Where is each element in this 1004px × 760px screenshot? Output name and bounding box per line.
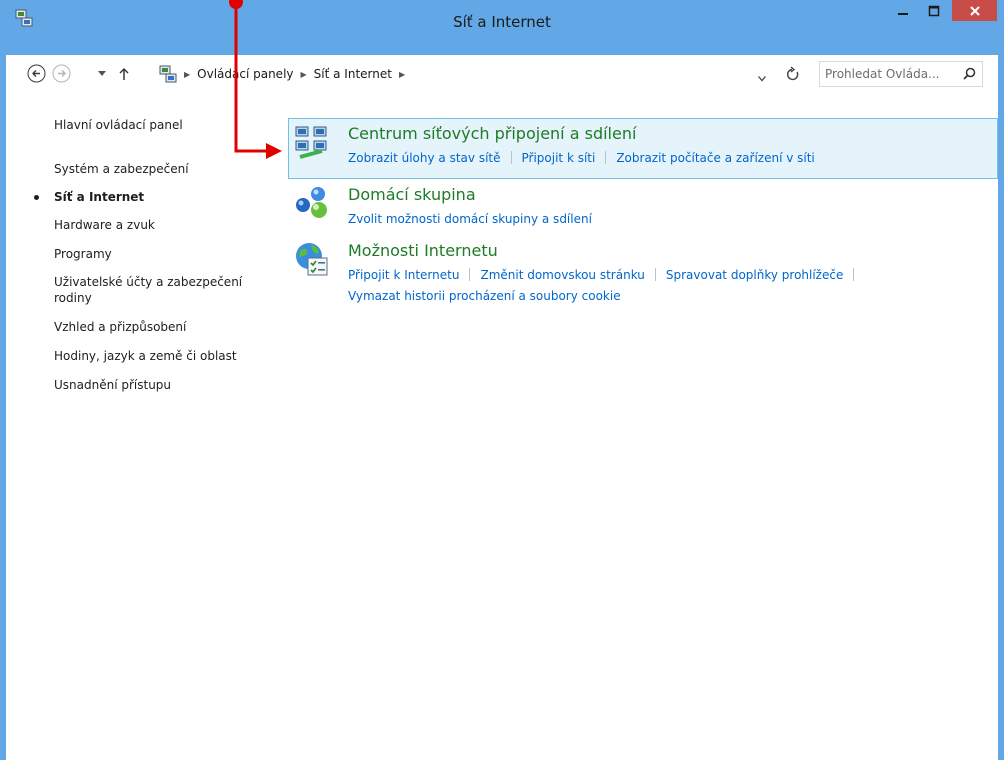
link-divider [605, 151, 607, 164]
recent-locations-button[interactable] [97, 64, 107, 83]
title-bar: Síť a Internet [0, 0, 1004, 55]
breadcrumb-separator-icon[interactable]: ▶ [301, 70, 307, 79]
minimize-icon [898, 12, 908, 15]
breadcrumb-separator-icon[interactable]: ▶ [184, 70, 190, 79]
link-divider [654, 268, 656, 281]
link-divider [853, 268, 855, 281]
link-divider [510, 151, 512, 164]
up-button[interactable] [118, 64, 130, 83]
maximize-icon [928, 5, 940, 16]
link-view-computers[interactable]: Zobrazit počítače a zařízení v síti [616, 151, 814, 165]
forward-arrow-icon [52, 64, 71, 83]
back-button[interactable] [27, 64, 46, 83]
category-links: Připojit k Internetu Změnit domovskou str… [348, 265, 864, 307]
link-delete-history[interactable]: Vymazat historii procházení a soubory co… [348, 289, 621, 303]
link-manage-addons[interactable]: Spravovat doplňky prohlížeče [666, 268, 843, 282]
window-title: Síť a Internet [453, 13, 551, 31]
refresh-icon [786, 66, 799, 81]
sidebar-item-network-internet[interactable]: Síť a Internet [54, 189, 266, 205]
category-title[interactable]: Centrum síťových připojení a sdílení [348, 124, 636, 143]
search-placeholder: Prohledat Ovláda... [825, 67, 940, 81]
breadcrumb-item[interactable]: Ovládací panely [197, 67, 293, 81]
maximize-button[interactable] [921, 0, 947, 21]
sidebar-item-appearance[interactable]: Vzhled a přizpůsobení [54, 319, 266, 335]
link-change-homepage[interactable]: Změnit domovskou stránku [480, 268, 644, 282]
chevron-down-icon [758, 76, 766, 82]
chevron-down-icon [98, 70, 106, 76]
address-bar[interactable]: ▶ Ovládací panely ▶ Síť a Internet ▶ [156, 61, 814, 87]
link-connect-internet[interactable]: Připojit k Internetu [348, 268, 459, 282]
internet-options-icon[interactable] [294, 241, 330, 277]
active-bullet-icon [34, 195, 39, 200]
refresh-button[interactable] [786, 66, 800, 85]
link-divider [469, 268, 471, 281]
sidebar-item-ease-of-access[interactable]: Usnadnění přístupu [54, 377, 266, 393]
up-arrow-icon [119, 67, 129, 80]
network-center-icon[interactable] [294, 124, 330, 160]
category-title[interactable]: Domácí skupina [348, 185, 476, 204]
minimize-button[interactable] [890, 0, 916, 21]
link-connect-network[interactable]: Připojit k síti [522, 151, 596, 165]
control-panel-icon [159, 65, 177, 83]
sidebar-item-programs[interactable]: Programy [54, 246, 266, 262]
category-links: Zvolit možnosti domácí skupiny a sdílení [348, 209, 592, 230]
breadcrumb-item[interactable]: Síť a Internet [314, 67, 392, 81]
forward-button[interactable] [52, 64, 71, 83]
sidebar-item-hardware-sound[interactable]: Hardware a zvuk [54, 217, 266, 233]
category-links: Zobrazit úlohy a stav sítě Připojit k sít… [348, 148, 815, 169]
address-history-button[interactable] [758, 71, 766, 85]
sidebar-item-user-accounts[interactable]: Uživatelské účty a zabezpečení rodiny [54, 274, 260, 306]
sidebar-item-system-security[interactable]: Systém a zabezpečení [54, 161, 266, 177]
link-view-status[interactable]: Zobrazit úlohy a stav sítě [348, 151, 501, 165]
sidebar-item-clock-region[interactable]: Hodiny, jazyk a země či oblast [54, 348, 266, 364]
back-arrow-icon [27, 64, 46, 83]
content-area: Hlavní ovládací panel Systém a zabezpeče… [6, 95, 998, 760]
homegroup-icon[interactable] [294, 185, 330, 221]
link-homegroup-options[interactable]: Zvolit možnosti domácí skupiny a sdílení [348, 212, 592, 226]
search-input[interactable]: Prohledat Ovláda... [819, 61, 983, 87]
breadcrumb-separator-icon[interactable]: ▶ [399, 70, 405, 79]
search-icon[interactable] [963, 67, 976, 83]
navigation-bar: ▶ Ovládací panely ▶ Síť a Internet ▶ Pro… [6, 55, 998, 95]
close-button[interactable] [952, 0, 997, 21]
sidebar-item-home[interactable]: Hlavní ovládací panel [54, 117, 266, 133]
window-frame: Síť a Internet ▶ Ovládací panely ▶ Síť a… [0, 0, 1004, 760]
category-title[interactable]: Možnosti Internetu [348, 241, 498, 260]
close-icon [969, 5, 980, 16]
